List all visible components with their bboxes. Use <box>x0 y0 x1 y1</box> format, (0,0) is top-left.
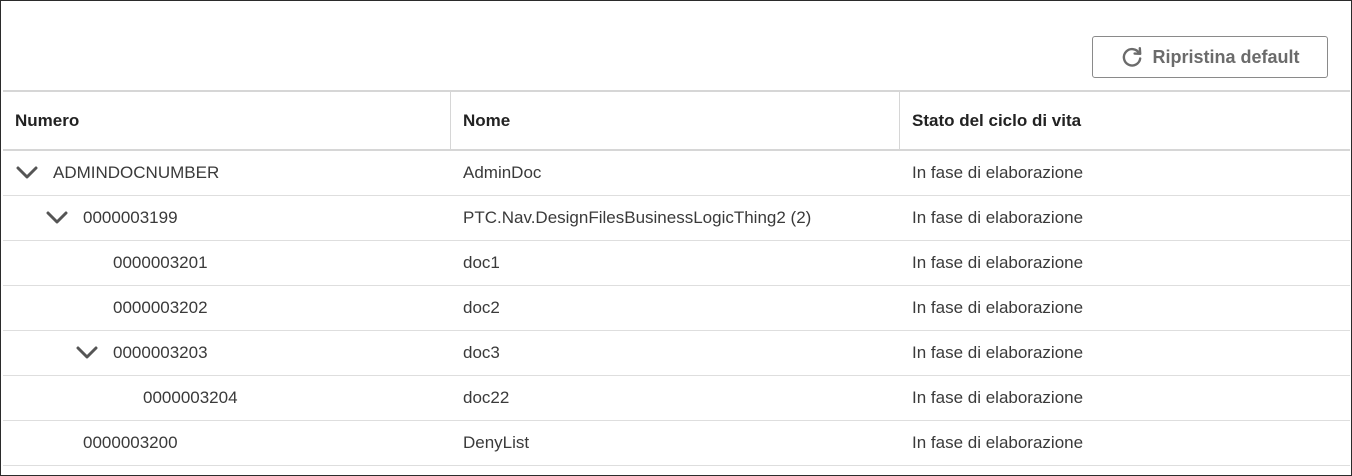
chevron-down-icon[interactable] <box>15 163 39 183</box>
grid-header: Numero Nome Stato del ciclo di vita <box>3 90 1350 151</box>
chevron-down-icon[interactable] <box>45 208 69 228</box>
number-text: 0000003199 <box>83 208 178 227</box>
cell-state: In fase di elaborazione <box>912 433 1084 452</box>
cell-number: 0000003202 <box>3 286 451 330</box>
number-text: 0000003203 <box>113 343 208 362</box>
cell-state: In fase di elaborazione <box>912 253 1084 272</box>
cell-name: PTC.Nav.DesignFilesBusinessLogicThing2 (… <box>463 208 812 227</box>
cell-name: doc22 <box>463 388 510 407</box>
table-row[interactable]: ADMINDOCNUMBER AdminDoc In fase di elabora… <box>3 151 1350 196</box>
refresh-icon <box>1120 45 1144 69</box>
column-header-number[interactable]: Numero <box>3 92 451 149</box>
cell-name: doc1 <box>463 253 500 272</box>
cell-number: ADMINDOCNUMBER <box>3 151 451 195</box>
cell-number: 0000003204 <box>3 376 451 420</box>
cell-name: DenyList <box>463 433 530 452</box>
column-header-name[interactable]: Nome <box>451 92 900 149</box>
cell-number: 0000003203 <box>3 331 451 375</box>
table-row[interactable]: 0000003200 DenyList In fase di elaborazion… <box>3 421 1350 466</box>
reset-default-button[interactable]: Ripristina default <box>1092 36 1328 78</box>
number-text: 0000003202 <box>113 298 208 317</box>
number-text: 0000003201 <box>113 253 208 272</box>
cell-state: In fase di elaborazione <box>912 388 1084 407</box>
number-text: 0000003204 <box>143 388 238 407</box>
tree-grid-panel: Ripristina default Numero Nome Stato del… <box>0 0 1352 476</box>
cell-name: AdminDoc <box>463 163 542 182</box>
toolbar: Ripristina default <box>1 1 1351 90</box>
cell-state: In fase di elaborazione <box>912 163 1084 182</box>
table-row[interactable]: 0000003199 PTC.Nav.DesignFilesBusinessLog… <box>3 196 1350 241</box>
table-row[interactable]: 0000003203 doc3 In fase di elaborazione <box>3 331 1350 376</box>
cell-number: 0000003200 <box>3 421 451 465</box>
table-row[interactable]: 0000003204 doc22 In fase di elaborazione <box>3 376 1350 421</box>
cell-number: 0000003199 <box>3 196 451 240</box>
table-row[interactable]: 0000003202 doc2 In fase di elaborazione <box>3 286 1350 331</box>
chevron-down-icon[interactable] <box>75 343 99 363</box>
reset-default-label: Ripristina default <box>1152 46 1300 67</box>
grid-body: ADMINDOCNUMBER AdminDoc In fase di elabora… <box>3 151 1350 466</box>
number-text: 0000003200 <box>83 433 178 452</box>
cell-number: 0000003201 <box>3 241 451 285</box>
cell-state: In fase di elaborazione <box>912 208 1084 227</box>
table-row[interactable]: 0000003201 doc1 In fase di elaborazione <box>3 241 1350 286</box>
column-header-state[interactable]: Stato del ciclo di vita <box>900 92 1350 149</box>
cell-state: In fase di elaborazione <box>912 343 1084 362</box>
cell-name: doc3 <box>463 343 500 362</box>
cell-state: In fase di elaborazione <box>912 298 1084 317</box>
cell-name: doc2 <box>463 298 500 317</box>
number-text: ADMINDOCNUMBER <box>53 163 220 182</box>
tree-grid: Numero Nome Stato del ciclo di vita ADMI… <box>3 90 1350 466</box>
